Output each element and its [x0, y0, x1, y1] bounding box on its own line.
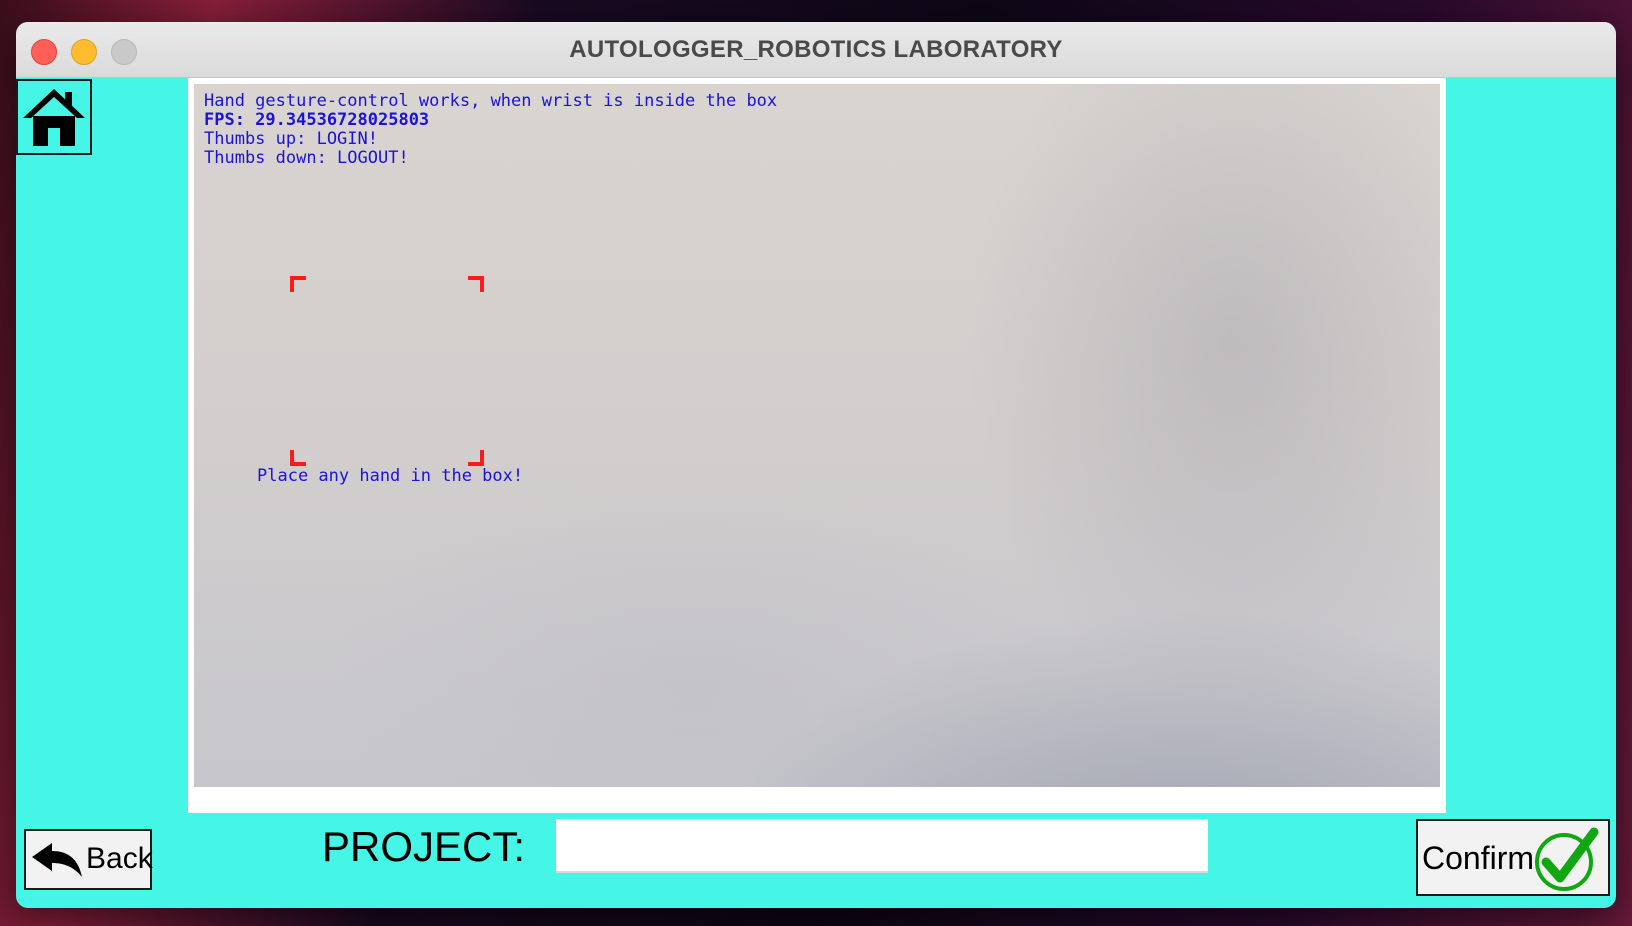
- project-label: PROJECT:: [322, 823, 526, 870]
- confirm-label: Confirm: [1422, 840, 1535, 876]
- detection-box-corner-top-left: [290, 276, 306, 292]
- box-hint-text: Place any hand in the box!: [257, 466, 524, 486]
- detection-box-corner-top-right: [468, 276, 484, 292]
- overlay-instruction-line: Hand gesture-control works, when wrist i…: [204, 91, 778, 111]
- overlay-thumbs-down-line: Thumbs down: LOGOUT!: [204, 148, 409, 168]
- detection-box-corner-bottom-right: [468, 450, 484, 466]
- detection-box-corner-bottom-left: [290, 450, 306, 466]
- overlay-fps-line: FPS: 29.34536728025803: [204, 110, 430, 130]
- confirm-button[interactable]: Confirm: [1416, 819, 1610, 896]
- camera-frame: Hand gesture-control works, when wrist i…: [188, 78, 1446, 813]
- home-button[interactable]: [16, 79, 92, 155]
- checkmark-icon: [1535, 827, 1599, 891]
- back-label: Back: [86, 842, 153, 875]
- title-bar: AUTOLOGGER_ROBOTICS LABORATORY: [16, 22, 1616, 78]
- back-button[interactable]: Back: [24, 829, 153, 890]
- window-title: AUTOLOGGER_ROBOTICS LABORATORY: [569, 36, 1063, 63]
- overlay-thumbs-up-line: Thumbs up: LOGIN!: [204, 129, 378, 149]
- home-icon: [23, 89, 85, 146]
- camera-feed: Hand gesture-control works, when wrist i…: [194, 84, 1440, 787]
- app-window: AUTOLOGGER_ROBOTICS LABORATORY Hand gest…: [16, 22, 1616, 908]
- project-input[interactable]: [556, 819, 1208, 873]
- back-arrow-icon: [32, 843, 82, 877]
